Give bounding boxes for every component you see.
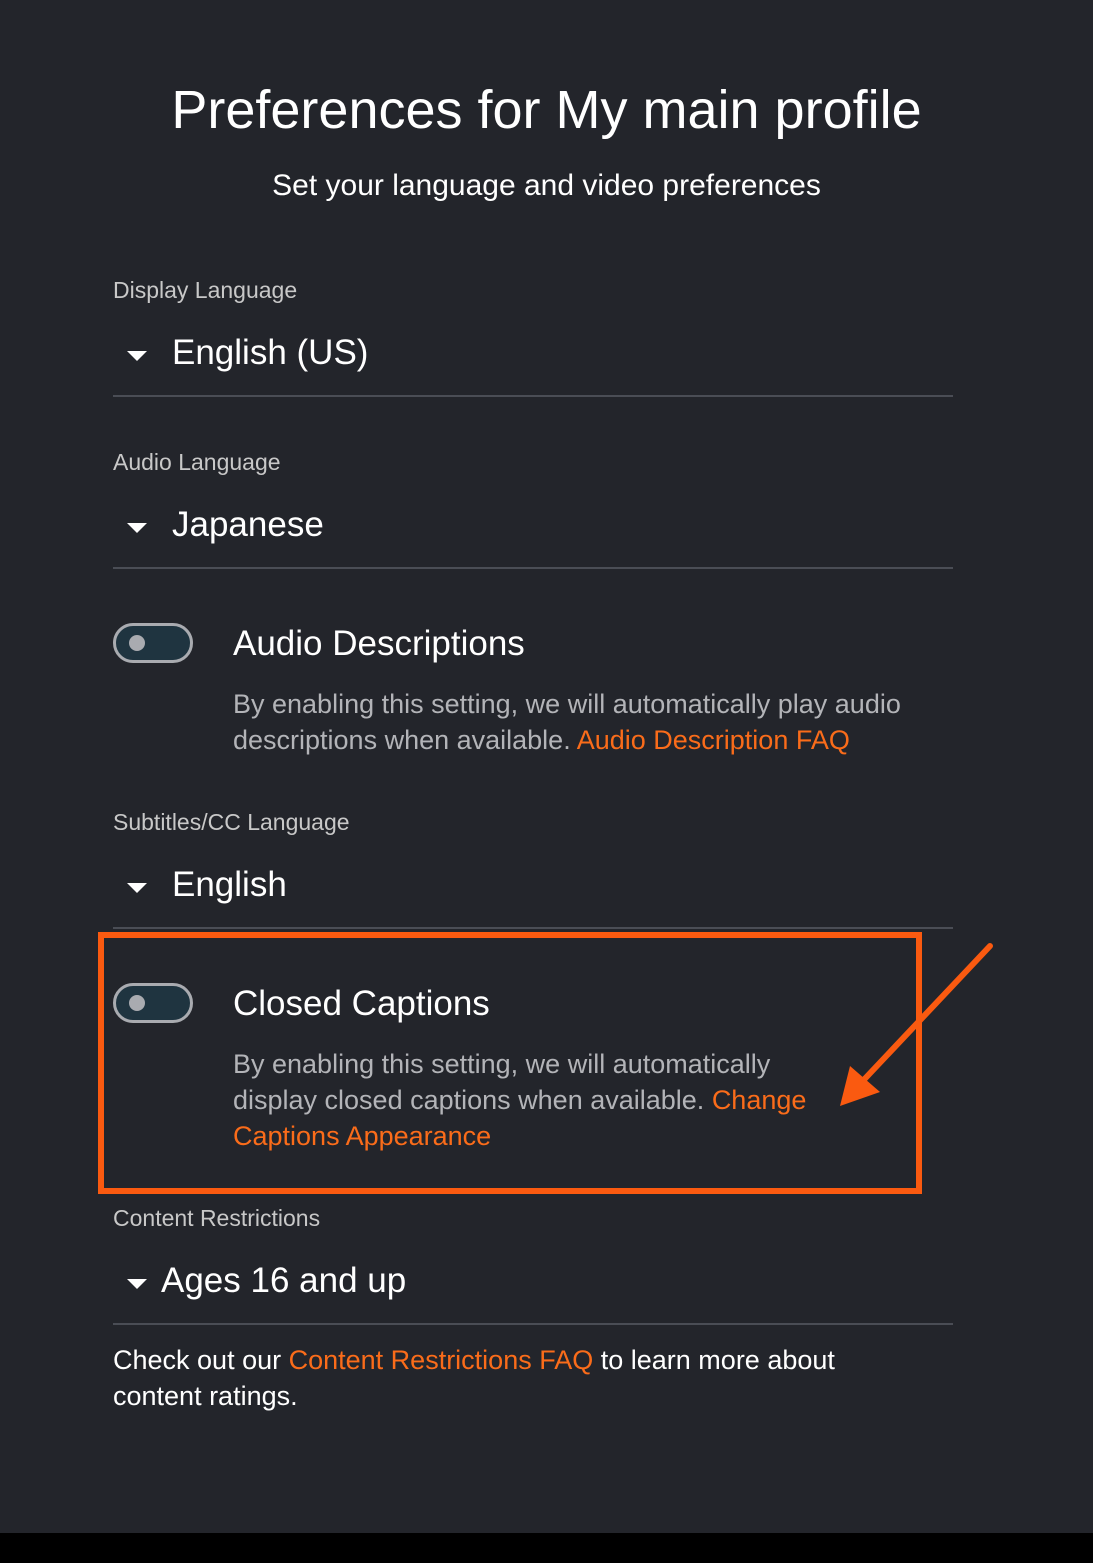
closed-captions-description: By enabling this setting, we will automa… xyxy=(233,1046,853,1154)
audio-language-label: Audio Language xyxy=(113,449,281,475)
toggle-knob xyxy=(129,995,145,1011)
content-restrictions-value: Ages 16 and up xyxy=(161,1261,407,1300)
toggle-knob xyxy=(129,635,145,651)
content-restrictions-label: Content Restrictions xyxy=(113,1205,321,1231)
subtitles-language-value: English xyxy=(172,865,287,904)
content-restrictions-note: Check out our Content Restrictions FAQ t… xyxy=(113,1342,913,1414)
audio-descriptions-title: Audio Descriptions xyxy=(233,624,525,663)
subtitles-language-label: Subtitles/CC Language xyxy=(113,809,350,835)
content-restrictions-faq-link[interactable]: Content Restrictions FAQ xyxy=(289,1345,594,1375)
display-language-dropdown[interactable]: English (US) xyxy=(113,321,953,397)
subtitles-language-dropdown[interactable]: English xyxy=(113,853,953,929)
audio-language-value: Japanese xyxy=(172,505,324,544)
audio-description-faq-link[interactable]: Audio Description FAQ xyxy=(577,725,850,755)
audio-language-dropdown[interactable]: Japanese xyxy=(113,493,953,569)
caret-down-icon xyxy=(127,1279,147,1289)
page-title: Preferences for My main profile xyxy=(171,80,922,140)
audio-descriptions-toggle[interactable] xyxy=(113,623,193,663)
closed-captions-toggle[interactable] xyxy=(113,983,193,1023)
caret-down-icon xyxy=(127,351,147,361)
page-subtitle: Set your language and video preferences xyxy=(272,169,821,202)
preferences-page: Preferences for My main profile Set your… xyxy=(0,0,1093,1533)
audio-descriptions-description: By enabling this setting, we will automa… xyxy=(233,686,953,758)
caret-down-icon xyxy=(127,523,147,533)
display-language-label: Display Language xyxy=(113,277,298,303)
footer-prefix: Check out our xyxy=(113,1345,282,1375)
closed-captions-text: By enabling this setting, we will automa… xyxy=(233,1049,771,1115)
closed-captions-title: Closed Captions xyxy=(233,984,490,1023)
content-restrictions-dropdown[interactable]: Ages 16 and up xyxy=(113,1249,953,1325)
caret-down-icon xyxy=(127,883,147,893)
display-language-value: English (US) xyxy=(172,333,369,372)
